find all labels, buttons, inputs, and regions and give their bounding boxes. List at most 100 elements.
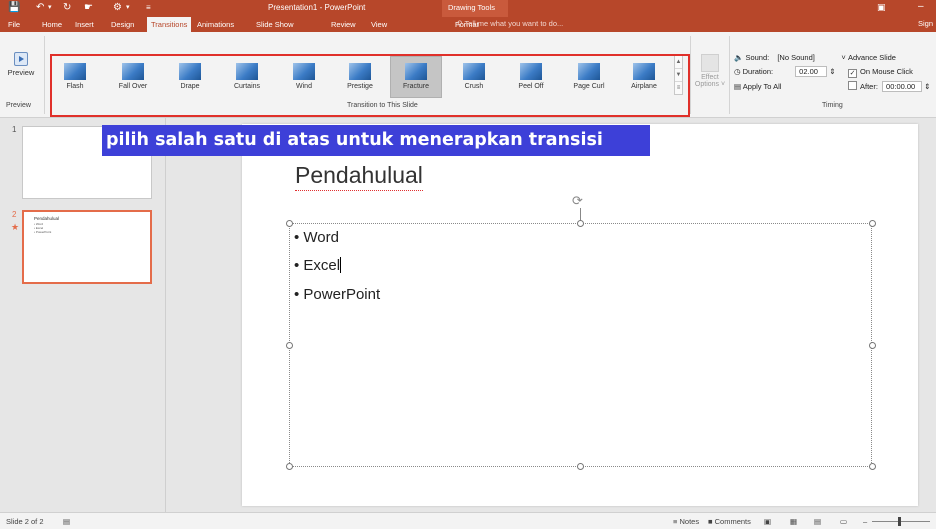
duration-input[interactable]: 02.00 — [795, 66, 828, 77]
transition-group-label: Transition to This Slide — [347, 102, 418, 109]
transition-label: Airplane — [631, 83, 657, 90]
chevron-down-icon[interactable]: ˅ — [841, 53, 845, 62]
comments-button[interactable]: ■ Comments — [708, 517, 751, 526]
after-spinner-icon[interactable]: ⇕ — [924, 82, 930, 91]
transition-wind[interactable]: Wind — [278, 56, 330, 98]
slide-thumbnail-2[interactable]: Pendahulual • Word • Excel • PowerPoint — [22, 210, 152, 284]
resize-handle[interactable] — [286, 220, 293, 227]
zoom-slider[interactable] — [872, 521, 930, 522]
gallery-up-icon[interactable]: ▲ — [675, 56, 682, 69]
transition-label: Wind — [296, 83, 312, 90]
transition-label: Page Curl — [573, 83, 605, 90]
on-mouse-click-option[interactable]: ✓ On Mouse Click — [848, 66, 913, 78]
thumbnail-bullet: • PowerPoint — [34, 230, 52, 234]
bullet-item[interactable]: • Excel — [294, 257, 342, 275]
on-mouse-click-checkbox[interactable]: ✓ — [848, 69, 857, 78]
resize-handle[interactable] — [869, 220, 876, 227]
after-option: After: 00:00.00 ⇕ — [848, 81, 930, 92]
notes-button[interactable]: ≡ Notes — [673, 517, 699, 526]
sign-in-link[interactable]: Sign — [918, 19, 933, 28]
curtains-icon — [236, 63, 258, 80]
zoom-out-icon[interactable]: – — [863, 517, 867, 526]
slide-number: 2 — [12, 210, 17, 219]
ribbon-display-icon[interactable]: ▣ — [877, 2, 886, 13]
tab-transitions[interactable]: Transitions — [147, 17, 192, 32]
gallery-down-icon[interactable]: ▼ — [675, 69, 682, 82]
duration-spinner-icon[interactable]: ⇕ — [829, 67, 835, 76]
sound-dropdown[interactable]: [No Sound] — [773, 52, 837, 63]
apply-to-all-button[interactable]: ▤ Apply To All — [734, 81, 781, 92]
customize-icon[interactable]: ⚙ — [113, 2, 122, 14]
bullet-text: PowerPoint — [303, 286, 381, 303]
gallery-scroll[interactable]: ▲ ▼ ≡ — [674, 55, 683, 95]
resize-handle[interactable] — [577, 463, 584, 470]
tab-file[interactable]: File — [8, 19, 20, 30]
tab-animations[interactable]: Animations — [197, 19, 234, 30]
transition-fracture[interactable]: Fracture — [390, 56, 442, 98]
transition-fall-over[interactable]: Fall Over — [107, 56, 159, 98]
fracture-icon — [405, 63, 427, 80]
transition-prestige[interactable]: Prestige — [334, 56, 386, 98]
slideshow-view-icon[interactable]: ▭ — [840, 517, 847, 526]
slide-title[interactable]: Pendahulual — [295, 160, 423, 191]
transition-flash[interactable]: Flash — [49, 56, 101, 98]
effect-options-button[interactable]: Effect Options ˅ — [693, 54, 727, 88]
sound-label: Sound: — [745, 53, 770, 62]
transition-page-curl[interactable]: Page Curl — [563, 56, 615, 98]
wind-icon — [293, 63, 315, 80]
tab-insert[interactable]: Insert — [75, 19, 94, 30]
undo-icon[interactable]: ↶ — [36, 2, 44, 14]
transition-airplane[interactable]: Airplane — [618, 56, 670, 98]
resize-handle[interactable] — [869, 342, 876, 349]
tab-view[interactable]: View — [371, 19, 387, 30]
resize-handle[interactable] — [577, 220, 584, 227]
after-input[interactable]: 00:00.00 — [882, 81, 923, 92]
minimize-icon[interactable]: – — [918, 1, 924, 12]
instruction-banner: pilih salah satu di atas untuk menerapka… — [102, 125, 650, 156]
tab-slide-show[interactable]: Slide Show — [256, 19, 294, 30]
resize-handle[interactable] — [286, 342, 293, 349]
reading-view-icon[interactable]: ▤ — [814, 517, 821, 526]
tab-design[interactable]: Design — [111, 19, 134, 30]
transition-label: Flash — [66, 83, 84, 90]
resize-handle[interactable] — [869, 463, 876, 470]
duration-label: Duration: — [742, 67, 774, 76]
bullet-item[interactable]: • Word — [294, 229, 339, 247]
transition-drape[interactable]: Drape — [164, 56, 216, 98]
redo-icon[interactable]: ↻ — [63, 2, 71, 14]
preview-group-label: Preview — [6, 102, 31, 109]
normal-view-icon[interactable]: ▣ — [764, 517, 771, 526]
duration-row: ◷ Duration: 02.00 ⇕ — [734, 66, 836, 77]
group-separator — [44, 36, 45, 114]
tab-home[interactable]: Home — [42, 19, 62, 30]
transition-peel-off[interactable]: Peel Off — [505, 56, 557, 98]
slide-sorter-icon[interactable]: ▦ — [790, 517, 797, 526]
gallery-more-icon[interactable]: ≡ — [675, 82, 682, 95]
content-placeholder[interactable] — [289, 223, 872, 467]
spelling-icon[interactable]: ▤ — [63, 517, 70, 526]
transition-label: Peel Off — [518, 83, 544, 90]
save-icon[interactable]: 💾 — [8, 2, 20, 14]
zoom-slider-thumb[interactable] — [898, 517, 901, 526]
lightbulb-icon: ⚲ — [457, 19, 463, 28]
tell-me-search[interactable]: ⚲ Tell me what you want to do... — [457, 19, 563, 28]
transition-curtains[interactable]: Curtains — [221, 56, 273, 98]
notes-label: Notes — [679, 517, 700, 526]
effect-options-line1: Effect — [701, 74, 719, 81]
sound-icon: 🔈 — [734, 53, 744, 62]
undo-dropdown-icon[interactable]: ▾ — [48, 2, 52, 14]
qat-more-icon[interactable]: ≡ — [146, 2, 151, 14]
tell-me-text: Tell me what you want to do... — [464, 19, 564, 28]
resize-handle[interactable] — [286, 463, 293, 470]
preview-icon — [14, 52, 28, 66]
transition-crush[interactable]: Crush — [448, 56, 500, 98]
bullet-item[interactable]: • PowerPoint — [294, 286, 380, 304]
after-checkbox[interactable] — [848, 81, 857, 90]
preview-button[interactable]: Preview — [4, 52, 38, 77]
tab-review[interactable]: Review — [331, 19, 356, 30]
customize-dropdown-icon[interactable]: ▾ — [126, 2, 130, 14]
touch-mode-icon[interactable]: ☛ — [84, 2, 93, 14]
airplane-icon — [633, 63, 655, 80]
effect-options-icon — [701, 54, 719, 72]
rotate-handle-icon[interactable]: ⟳ — [572, 193, 583, 209]
